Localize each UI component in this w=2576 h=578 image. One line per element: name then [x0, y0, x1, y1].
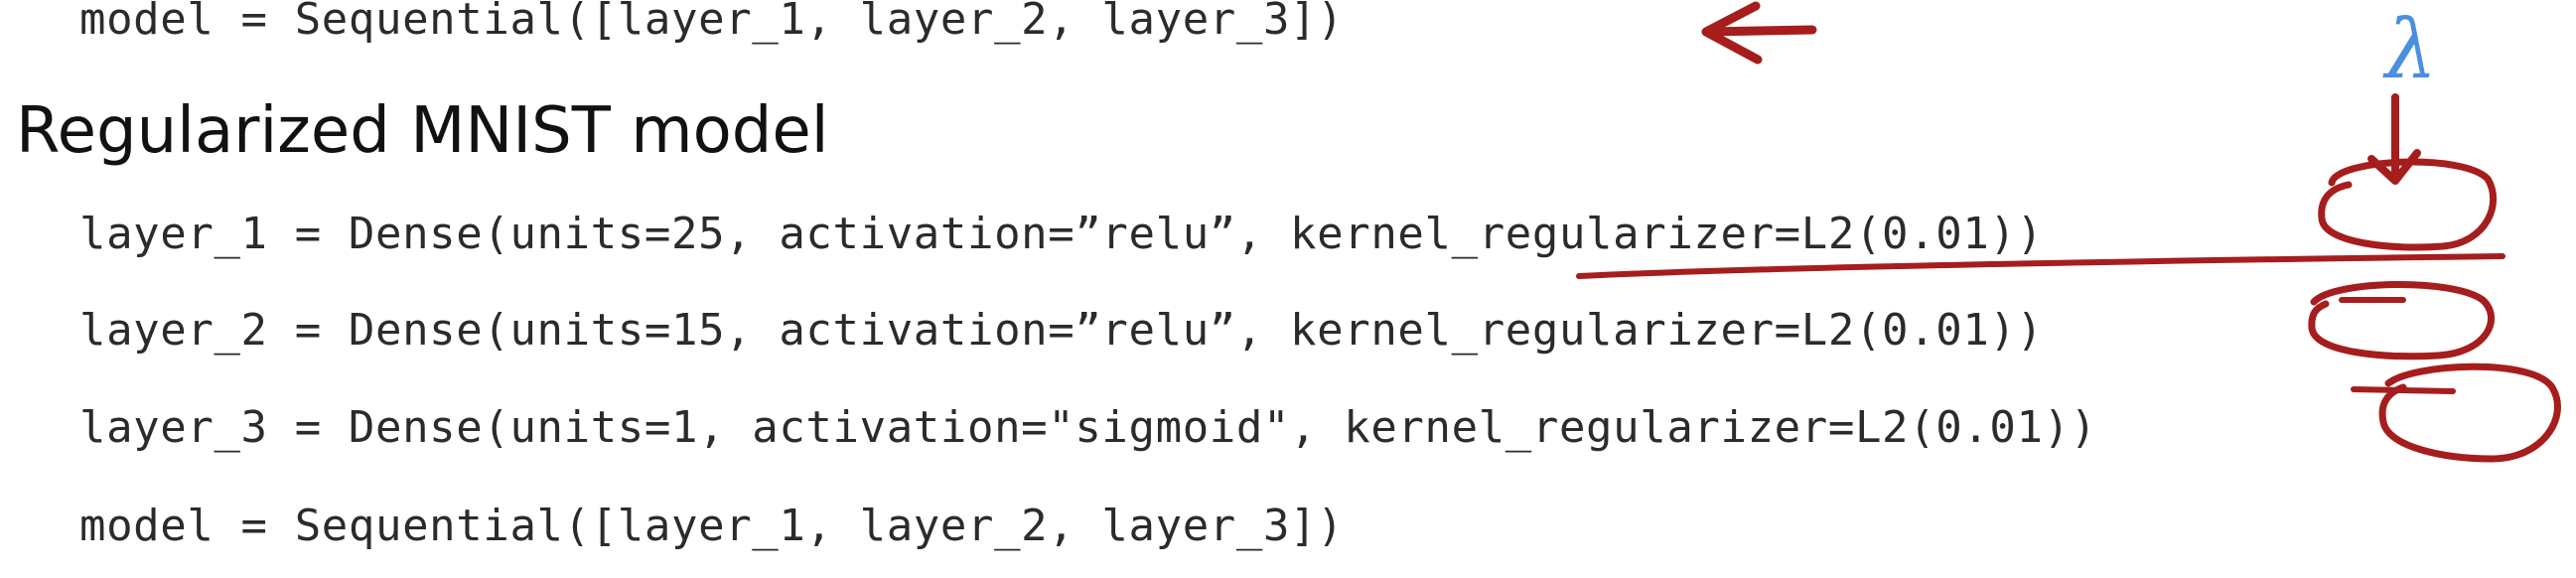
- dash-mark-2: [2351, 386, 2456, 394]
- circle-mark-3: [2378, 362, 2561, 463]
- circle-mark-2: [2308, 281, 2496, 361]
- slide: model = Sequential([layer_1, layer_2, la…: [0, 0, 2576, 578]
- handwritten-annotations: λ: [1576, 1, 2561, 463]
- circle-mark-1: [2318, 158, 2498, 251]
- down-arrow-mark: [2367, 93, 2421, 185]
- underline-mark-1: [1576, 253, 2505, 279]
- lambda-symbol: λ: [2382, 3, 2437, 97]
- left-arrow-mark: [1701, 1, 1817, 65]
